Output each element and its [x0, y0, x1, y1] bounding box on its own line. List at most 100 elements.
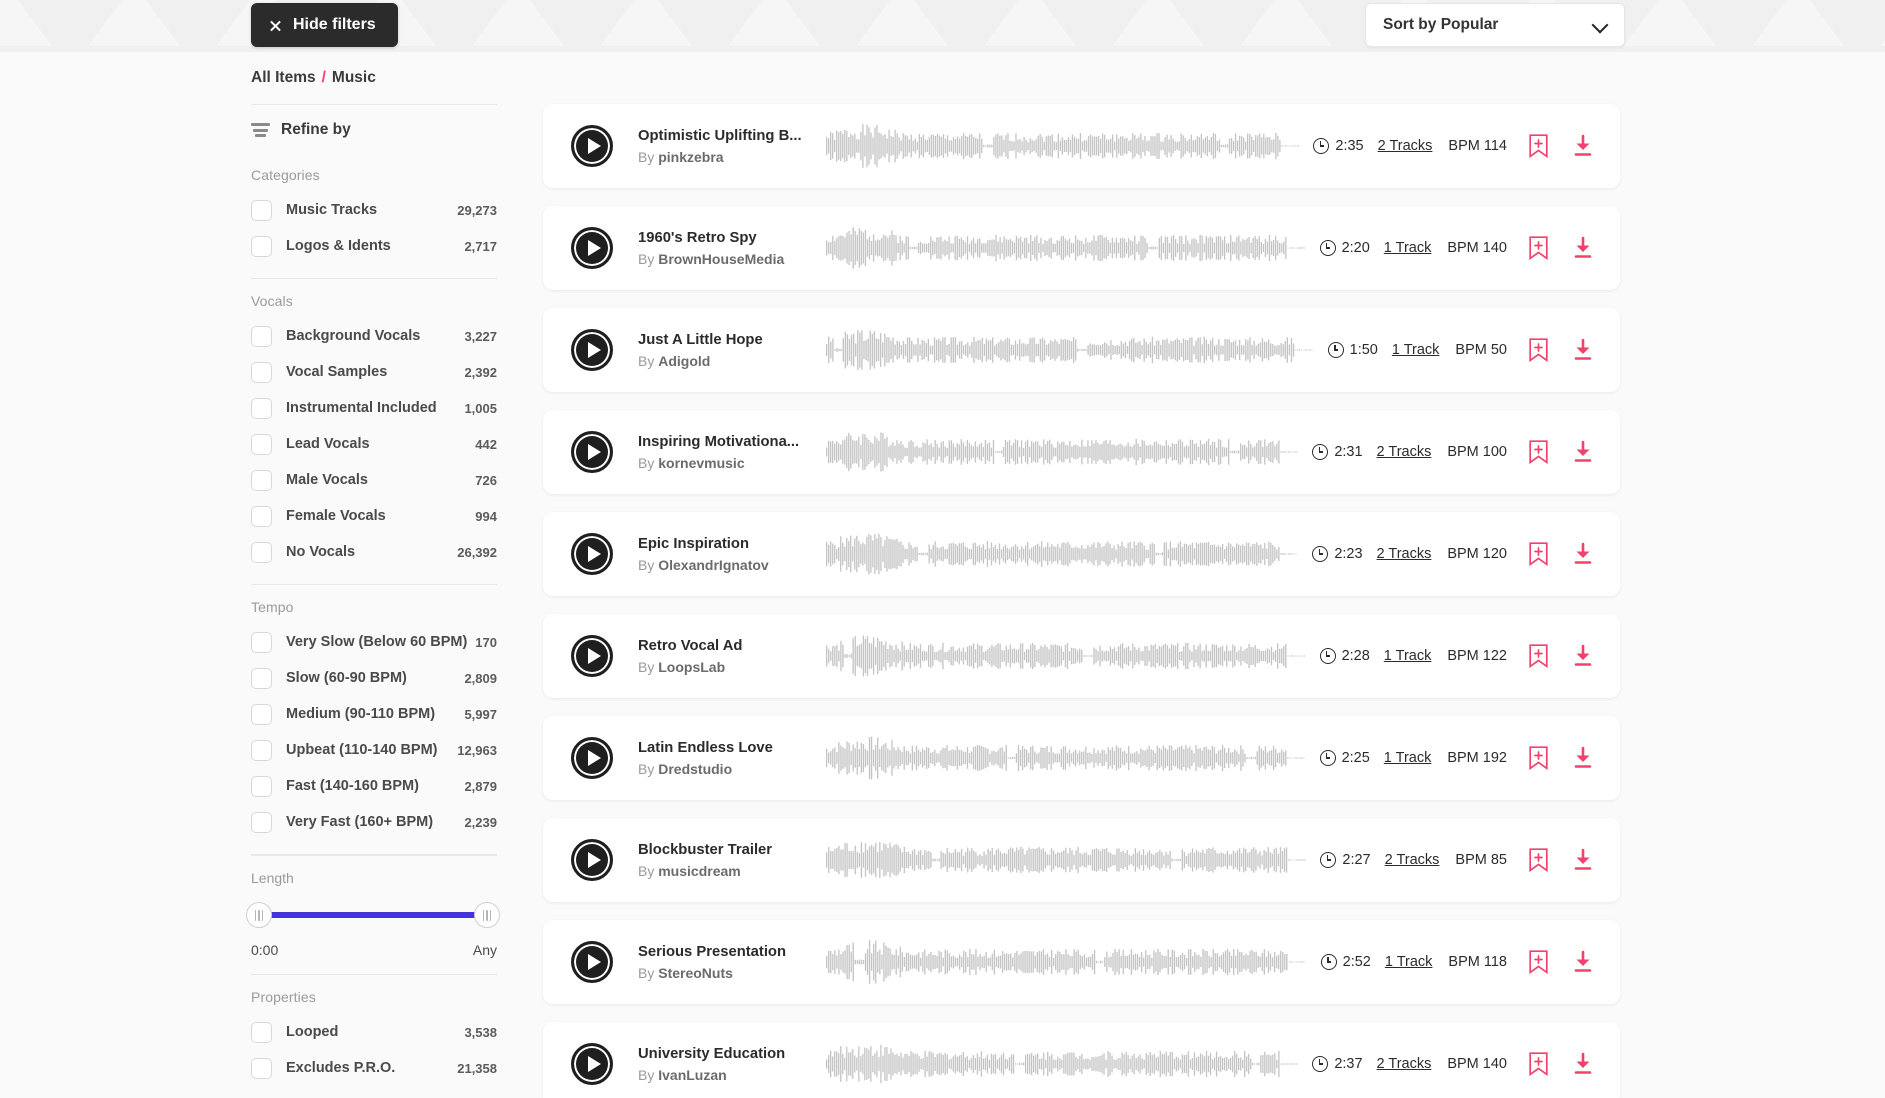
add-to-collection-icon[interactable]	[1529, 950, 1548, 974]
checkbox-background-vocals[interactable]	[251, 325, 272, 347]
checkbox-medium-90-110-bpm[interactable]	[251, 703, 272, 725]
track-count-link[interactable]: 2 Tracks	[1377, 1056, 1432, 1072]
add-to-collection-icon[interactable]	[1529, 542, 1548, 566]
filter-checkbox-row[interactable]: Vocal Samples 2,392	[251, 354, 497, 390]
waveform[interactable]	[826, 225, 1306, 271]
filter-checkbox-row[interactable]: Fast (140-160 BPM) 2,879	[251, 768, 497, 804]
play-icon[interactable]	[571, 227, 613, 269]
filter-checkbox-row[interactable]: Instrumental Included 1,005	[251, 390, 497, 426]
download-icon[interactable]	[1572, 746, 1594, 770]
track-row[interactable]: Retro Vocal Ad By LoopsLab 2:28 1 Track BPM …	[543, 614, 1620, 698]
artist-link[interactable]: pinkzebra	[658, 149, 723, 165]
track-row[interactable]: Just A Little Hope By Adigold 1:50 1 Track B…	[543, 308, 1620, 392]
filter-checkbox-row[interactable]: Background Vocals 3,227	[251, 318, 497, 354]
track-title[interactable]: Blockbuster Trailer	[638, 842, 824, 858]
waveform[interactable]	[826, 837, 1306, 883]
track-title[interactable]: Inspiring Motivationa...	[638, 434, 824, 450]
track-count-link[interactable]: 1 Track	[1385, 954, 1433, 970]
play-icon[interactable]	[571, 125, 613, 167]
checkbox-fast-140-160-bpm[interactable]	[251, 775, 272, 797]
length-range-slider[interactable]	[246, 902, 500, 928]
waveform[interactable]	[826, 123, 1299, 169]
play-icon[interactable]	[571, 635, 613, 677]
artist-link[interactable]: Dredstudio	[658, 761, 732, 777]
track-count-link[interactable]: 1 Track	[1384, 648, 1432, 664]
waveform[interactable]	[826, 327, 1314, 373]
checkbox-instrumental-included[interactable]	[251, 397, 272, 419]
artist-link[interactable]: LoopsLab	[658, 659, 725, 675]
add-to-collection-icon[interactable]	[1529, 338, 1548, 362]
filter-checkbox-row[interactable]: Female Vocals 994	[251, 498, 497, 534]
play-icon[interactable]	[571, 941, 613, 983]
artist-link[interactable]: StereoNuts	[658, 965, 733, 981]
waveform[interactable]	[826, 429, 1298, 475]
download-icon[interactable]	[1572, 542, 1594, 566]
waveform[interactable]	[826, 1041, 1298, 1087]
checkbox-excludes-p-r-o[interactable]	[251, 1057, 272, 1079]
filter-checkbox-row[interactable]: Excludes P.R.O. 21,358	[251, 1050, 497, 1086]
track-row[interactable]: Epic Inspiration By OlexandrIgnatov 2:23 2 …	[543, 512, 1620, 596]
track-title[interactable]: 1960's Retro Spy	[638, 230, 824, 246]
filter-checkbox-row[interactable]: Slow (60-90 BPM) 2,809	[251, 660, 497, 696]
checkbox-upbeat-110-140-bpm[interactable]	[251, 739, 272, 761]
add-to-collection-icon[interactable]	[1529, 1052, 1548, 1076]
checkbox-very-fast-160-bpm[interactable]	[251, 811, 272, 833]
checkbox-very-slow-below-60-bpm[interactable]	[251, 631, 272, 653]
track-title[interactable]: University Education	[638, 1046, 824, 1062]
sort-dropdown[interactable]: Sort by Popular	[1365, 3, 1625, 47]
track-row[interactable]: University Education By IvanLuzan 2:37 2 Tr…	[543, 1022, 1620, 1098]
track-count-link[interactable]: 1 Track	[1392, 342, 1440, 358]
filter-checkbox-row[interactable]: Upbeat (110-140 BPM) 12,963	[251, 732, 497, 768]
checkbox-music-tracks[interactable]	[251, 199, 272, 221]
breadcrumb-item-music[interactable]: Music	[332, 69, 376, 87]
waveform[interactable]	[826, 633, 1306, 679]
filter-checkbox-row[interactable]: Medium (90-110 BPM) 5,997	[251, 696, 497, 732]
play-icon[interactable]	[571, 839, 613, 881]
track-row[interactable]: Optimistic Uplifting B... By pinkzebra 2:3…	[543, 104, 1620, 188]
download-icon[interactable]	[1572, 440, 1594, 464]
download-icon[interactable]	[1572, 1052, 1594, 1076]
track-title[interactable]: Retro Vocal Ad	[638, 638, 824, 654]
add-to-collection-icon[interactable]	[1529, 134, 1548, 158]
checkbox-male-vocals[interactable]	[251, 469, 272, 491]
track-row[interactable]: Serious Presentation By StereoNuts 2:52 1 T…	[543, 920, 1620, 1004]
download-icon[interactable]	[1572, 848, 1594, 872]
add-to-collection-icon[interactable]	[1529, 236, 1548, 260]
play-icon[interactable]	[571, 533, 613, 575]
filter-checkbox-row[interactable]: Very Slow (Below 60 BPM) 170	[251, 624, 497, 660]
track-row[interactable]: Inspiring Motivationa... By kornevmusic 2:…	[543, 410, 1620, 494]
play-icon[interactable]	[571, 431, 613, 473]
track-row[interactable]: Blockbuster Trailer By musicdream 2:27 2 Tr…	[543, 818, 1620, 902]
filter-checkbox-row[interactable]: No Vocals 26,392	[251, 534, 497, 570]
checkbox-slow-60-90-bpm[interactable]	[251, 667, 272, 689]
artist-link[interactable]: IvanLuzan	[658, 1067, 726, 1083]
filter-checkbox-row[interactable]: Music Tracks 29,273	[251, 192, 497, 228]
filter-checkbox-row[interactable]: Very Fast (160+ BPM) 2,239	[251, 804, 497, 840]
download-icon[interactable]	[1572, 644, 1594, 668]
download-icon[interactable]	[1572, 134, 1594, 158]
artist-link[interactable]: kornevmusic	[658, 455, 744, 471]
waveform[interactable]	[826, 939, 1307, 985]
checkbox-logos-idents[interactable]	[251, 235, 272, 257]
artist-link[interactable]: BrownHouseMedia	[658, 251, 784, 267]
track-count-link[interactable]: 1 Track	[1384, 750, 1432, 766]
play-icon[interactable]	[571, 737, 613, 779]
track-count-link[interactable]: 1 Track	[1384, 240, 1432, 256]
artist-link[interactable]: OlexandrIgnatov	[658, 557, 768, 573]
hide-filters-button[interactable]: Hide filters	[251, 3, 398, 47]
track-count-link[interactable]: 2 Tracks	[1385, 852, 1440, 868]
length-slider-handle-min[interactable]	[246, 902, 272, 928]
add-to-collection-icon[interactable]	[1529, 746, 1548, 770]
artist-link[interactable]: Adigold	[658, 353, 710, 369]
download-icon[interactable]	[1572, 236, 1594, 260]
filter-checkbox-row[interactable]: Looped 3,538	[251, 1014, 497, 1050]
waveform[interactable]	[826, 735, 1306, 781]
track-row[interactable]: Latin Endless Love By Dredstudio 2:25 1 Tra…	[543, 716, 1620, 800]
download-icon[interactable]	[1572, 338, 1594, 362]
length-slider-handle-max[interactable]	[474, 902, 500, 928]
checkbox-lead-vocals[interactable]	[251, 433, 272, 455]
track-title[interactable]: Optimistic Uplifting B...	[638, 128, 824, 144]
track-count-link[interactable]: 2 Tracks	[1377, 444, 1432, 460]
checkbox-female-vocals[interactable]	[251, 505, 272, 527]
track-count-link[interactable]: 2 Tracks	[1377, 546, 1432, 562]
